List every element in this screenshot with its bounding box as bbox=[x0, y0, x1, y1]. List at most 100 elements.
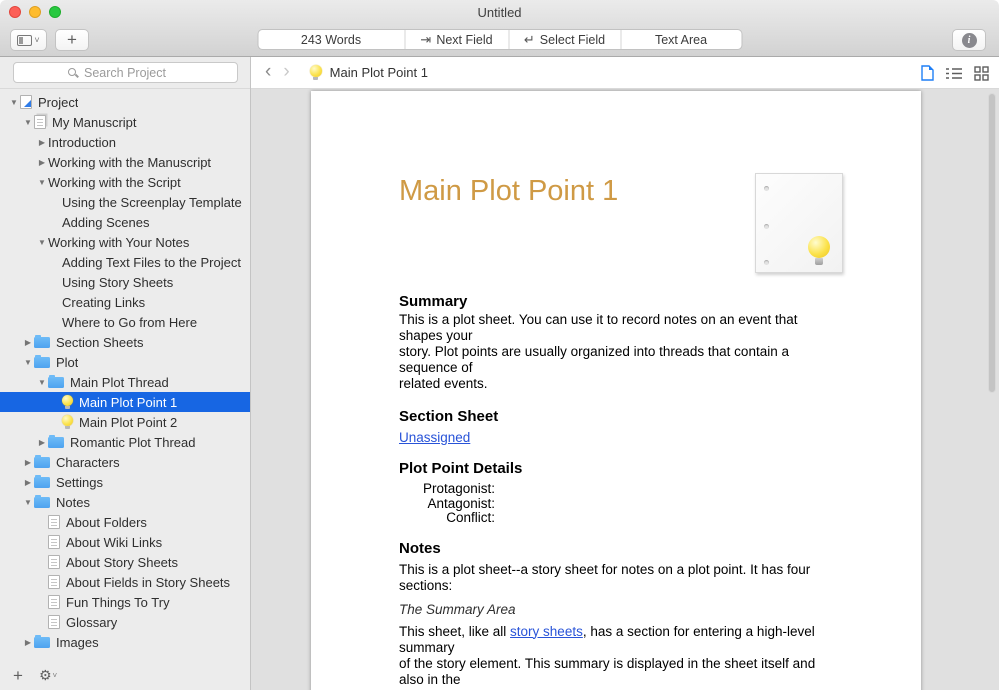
sidebar-item-label: Adding Text Files to the Project bbox=[62, 255, 241, 270]
sidebar-item-project[interactable]: ▼ Project bbox=[0, 92, 250, 112]
text-file-icon bbox=[48, 595, 60, 609]
sidebar-item-label: Using the Screenplay Template bbox=[62, 195, 242, 210]
disclosure-triangle-icon[interactable]: ▶ bbox=[22, 458, 34, 467]
folder-icon bbox=[34, 457, 50, 468]
disclosure-triangle-icon[interactable]: ▼ bbox=[36, 378, 48, 387]
field-segmented-control: 243 Words ⇥ Next Field ↵ Select Field Te… bbox=[257, 29, 742, 50]
disclosure-triangle-icon[interactable]: ▼ bbox=[8, 98, 20, 107]
action-menu-button[interactable]: ⚙˅ bbox=[39, 667, 57, 684]
sidebar-item-creating-links[interactable]: Creating Links bbox=[0, 292, 250, 312]
sidebar-item-label: Project bbox=[38, 95, 78, 110]
sidebar-item-working-with-your-notes[interactable]: ▼Working with Your Notes bbox=[0, 232, 250, 252]
forward-button[interactable]: › bbox=[277, 62, 295, 81]
sidebar-item-label: Introduction bbox=[48, 135, 116, 150]
sidebar-item-main-plot-point-1[interactable]: Main Plot Point 1 bbox=[0, 392, 250, 412]
search-input[interactable] bbox=[13, 62, 238, 83]
text-area-segment[interactable]: Text Area bbox=[621, 30, 741, 49]
disclosure-triangle-icon[interactable]: ▼ bbox=[22, 358, 34, 367]
disclosure-triangle-icon[interactable]: ▶ bbox=[22, 478, 34, 487]
sidebar-item-characters[interactable]: ▶ Characters bbox=[0, 452, 250, 472]
summary-area-paragraph: This sheet, like all story sheets, has a… bbox=[399, 624, 833, 690]
sidebar-item-adding-scenes[interactable]: Adding Scenes bbox=[0, 212, 250, 232]
window-title: Untitled bbox=[477, 5, 521, 20]
sidebar-item-using-the-screenplay-template[interactable]: Using the Screenplay Template bbox=[0, 192, 250, 212]
sidebar-item-where-to-go-from-here[interactable]: Where to Go from Here bbox=[0, 312, 250, 332]
sidebar-item-romantic-plot-thread[interactable]: ▶Romantic Plot Thread bbox=[0, 432, 250, 452]
protagonist-field-label: Protagonist: bbox=[399, 482, 495, 497]
sidebar-item-about-folders[interactable]: About Folders bbox=[0, 512, 250, 532]
summary-paragraph: This is a plot sheet. You can use it to … bbox=[399, 312, 833, 392]
add-item-button[interactable]: + bbox=[13, 666, 23, 686]
folder-icon bbox=[48, 437, 64, 448]
sidebar-item-my-manuscript[interactable]: ▼My Manuscript bbox=[0, 112, 250, 132]
sidebar-item-settings[interactable]: ▶Settings bbox=[0, 472, 250, 492]
disclosure-triangle-icon[interactable]: ▼ bbox=[36, 178, 48, 187]
plot-point-fields: Protagonist: Antagonist: Conflict: bbox=[399, 482, 495, 526]
inline-link[interactable]: story sheets bbox=[510, 624, 583, 639]
minimize-window-button[interactable] bbox=[29, 6, 41, 18]
sidebar-item-about-story-sheets[interactable]: About Story Sheets bbox=[0, 552, 250, 572]
folder-icon bbox=[34, 477, 50, 488]
folder-icon bbox=[34, 357, 50, 368]
manuscript-icon bbox=[34, 115, 46, 129]
disclosure-triangle-icon[interactable]: ▼ bbox=[22, 498, 34, 507]
sidebar-item-main-plot-point-2[interactable]: Main Plot Point 2 bbox=[0, 412, 250, 432]
sidebar-item-adding-text-files-to-the-project[interactable]: Adding Text Files to the Project bbox=[0, 252, 250, 272]
sidebar-item-label: Working with the Script bbox=[48, 175, 181, 190]
document-page[interactable]: Main Plot Point 1 Summary This is a plot… bbox=[311, 91, 921, 690]
back-button[interactable]: ‹ bbox=[259, 62, 277, 81]
zoom-window-button[interactable] bbox=[49, 6, 61, 18]
sidebar-item-label: About Folders bbox=[66, 515, 147, 530]
sidebar-item-main-plot-thread[interactable]: ▼Main Plot Thread bbox=[0, 372, 250, 392]
summary-heading: Summary bbox=[399, 293, 833, 310]
sidebar-item-label: Main Plot Point 1 bbox=[79, 395, 177, 410]
sidebar-item-glossary[interactable]: Glossary bbox=[0, 612, 250, 632]
inspector-info-button[interactable]: i bbox=[952, 29, 986, 51]
sidebar-item-label: Main Plot Point 2 bbox=[79, 415, 177, 430]
punch-hole-icon bbox=[764, 260, 769, 265]
sidebar-item-about-wiki-links[interactable]: About Wiki Links bbox=[0, 532, 250, 552]
close-window-button[interactable] bbox=[9, 6, 21, 18]
select-field-segment[interactable]: ↵ Select Field bbox=[509, 30, 621, 49]
page-view-button[interactable] bbox=[921, 65, 934, 81]
next-field-segment[interactable]: ⇥ Next Field bbox=[405, 30, 509, 49]
traffic-lights bbox=[9, 6, 61, 18]
sidebar-item-working-with-the-script[interactable]: ▼Working with the Script bbox=[0, 172, 250, 192]
sidebar-item-label: About Fields in Story Sheets bbox=[66, 575, 230, 590]
main-area: ▼Project▼My Manuscript▶Introduction▶Work… bbox=[0, 57, 999, 690]
sidebar-item-images[interactable]: ▶ Images bbox=[0, 632, 250, 652]
outline-view-button[interactable] bbox=[946, 66, 962, 80]
sidebar-item-fun-things-to-try[interactable]: Fun Things To Try bbox=[0, 592, 250, 612]
word-count-segment[interactable]: 243 Words bbox=[258, 30, 405, 49]
disclosure-triangle-icon[interactable]: ▶ bbox=[22, 638, 34, 647]
disclosure-triangle-icon[interactable]: ▶ bbox=[36, 438, 48, 447]
disclosure-triangle-icon[interactable]: ▶ bbox=[36, 158, 48, 167]
search-row bbox=[0, 57, 250, 89]
disclosure-triangle-icon[interactable]: ▼ bbox=[36, 238, 48, 247]
document-viewport: Main Plot Point 1 Summary This is a plot… bbox=[251, 89, 999, 690]
sidebar-item-working-with-the-manuscript[interactable]: ▶Working with the Manuscript bbox=[0, 152, 250, 172]
sidebar-item-about-fields-in-story-sheets[interactable]: About Fields in Story Sheets bbox=[0, 572, 250, 592]
add-button[interactable]: + bbox=[55, 29, 89, 51]
sidebar-item-label: Characters bbox=[56, 455, 120, 470]
view-mode-button[interactable]: ˅ bbox=[10, 29, 47, 51]
disclosure-triangle-icon[interactable]: ▶ bbox=[22, 338, 34, 347]
list-icon bbox=[946, 66, 962, 80]
disclosure-triangle-icon[interactable]: ▶ bbox=[36, 138, 48, 147]
sidebar-item-introduction[interactable]: ▶Introduction bbox=[0, 132, 250, 152]
sidebar-item-label: Images bbox=[56, 635, 99, 650]
project-sidebar: ▼Project▼My Manuscript▶Introduction▶Work… bbox=[0, 57, 251, 690]
notes-intro-paragraph: This is a plot sheet--a story sheet for … bbox=[399, 562, 833, 594]
storyboard-view-button[interactable] bbox=[974, 66, 989, 81]
sidebar-item-notes[interactable]: ▼Notes bbox=[0, 492, 250, 512]
sidebar-item-using-story-sheets[interactable]: Using Story Sheets bbox=[0, 272, 250, 292]
sidebar-item-section-sheets[interactable]: ▶Section Sheets bbox=[0, 332, 250, 352]
vertical-scrollbar[interactable] bbox=[988, 93, 996, 393]
conflict-field-label: Conflict: bbox=[399, 511, 495, 526]
disclosure-triangle-icon[interactable]: ▼ bbox=[22, 118, 34, 127]
sidebar-item-plot[interactable]: ▼Plot bbox=[0, 352, 250, 372]
folder-icon bbox=[34, 497, 50, 508]
unassigned-link[interactable]: Unassigned bbox=[399, 430, 470, 445]
folder-icon bbox=[48, 377, 64, 388]
sidebar-item-label: Adding Scenes bbox=[62, 215, 149, 230]
